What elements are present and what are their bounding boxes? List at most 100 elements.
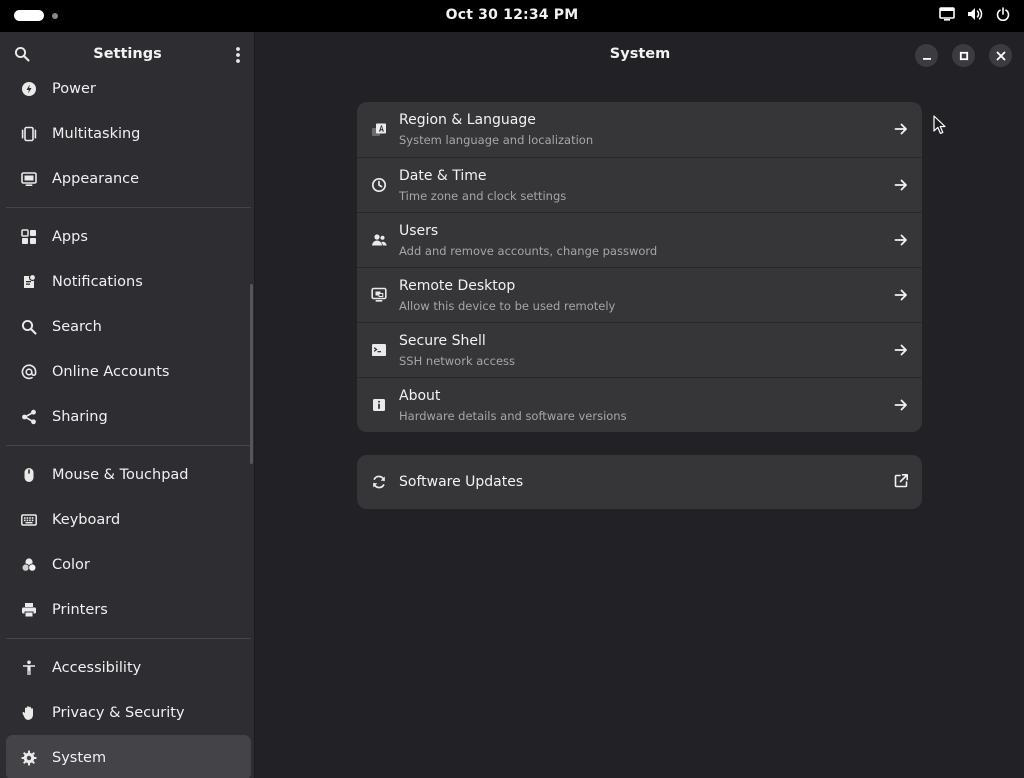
search-icon <box>20 318 38 336</box>
row-remote-desktop[interactable]: Remote Desktop Allow this device to be us… <box>357 267 922 322</box>
sidebar-item-label: System <box>52 749 107 766</box>
close-icon <box>996 51 1005 60</box>
sidebar-separator <box>6 201 251 214</box>
clock-icon <box>370 176 388 194</box>
system-settings-list: Region & Language System language and loc… <box>357 102 922 432</box>
row-software-updates[interactable]: Software Updates <box>357 455 922 509</box>
sidebar-item-appearance[interactable]: Appearance <box>6 156 251 201</box>
mouse-icon <box>20 466 38 484</box>
sidebar-item-accessibility[interactable]: Accessibility <box>6 645 251 690</box>
row-subtitle: System language and localization <box>399 133 594 147</box>
at-sign-icon <box>20 363 38 381</box>
color-icon <box>20 556 38 574</box>
sidebar-item-privacy-security[interactable]: Privacy & Security <box>6 690 251 735</box>
sidebar-item-label: Appearance <box>52 170 140 187</box>
clock[interactable]: Oct 30 12:34 PM <box>0 7 1024 23</box>
sidebar-item-notifications[interactable]: Notifications <box>6 259 251 304</box>
settings-window: Power Multitasking Appearance Apps Notif… <box>0 32 1024 778</box>
row-region-language[interactable]: Region & Language System language and loc… <box>357 102 922 157</box>
sidebar-item-keyboard[interactable]: Keyboard <box>6 497 251 542</box>
appearance-icon <box>20 170 38 188</box>
main-menu-button[interactable] <box>235 46 241 68</box>
sidebar-item-system[interactable]: System <box>6 735 251 778</box>
sidebar-item-label: Apps <box>52 228 88 245</box>
printer-icon <box>20 601 38 619</box>
sidebar-item-online-accounts[interactable]: Online Accounts <box>6 349 251 394</box>
minimize-icon <box>922 57 931 60</box>
sidebar-item-label: Mouse & Touchpad <box>52 466 189 483</box>
sidebar-item-sharing[interactable]: Sharing <box>6 394 251 439</box>
sidebar-list: Power Multitasking Appearance Apps Notif… <box>6 66 251 778</box>
row-title: Users <box>399 223 439 239</box>
display-icon[interactable] <box>939 7 955 21</box>
system-tray[interactable] <box>939 7 1010 21</box>
hand-icon <box>20 704 38 722</box>
row-subtitle: Allow this device to be used remotely <box>399 299 616 313</box>
sidebar-item-label: Search <box>52 318 102 335</box>
sidebar-item-label: Notifications <box>52 273 143 290</box>
keyboard-icon <box>20 511 38 529</box>
sidebar-header: Settings <box>0 32 254 78</box>
sidebar-item-color[interactable]: Color <box>6 542 251 587</box>
volume-icon[interactable] <box>967 7 984 21</box>
row-users[interactable]: Users Add and remove accounts, change pas… <box>357 212 922 267</box>
sidebar-item-label: Keyboard <box>52 511 121 528</box>
sidebar-separator <box>6 439 251 452</box>
sidebar-item-apps[interactable]: Apps <box>6 214 251 259</box>
refresh-icon <box>370 473 388 491</box>
row-title: Region & Language <box>399 112 536 128</box>
row-title: Secure Shell <box>399 333 486 349</box>
region-language-icon <box>370 121 388 139</box>
software-updates-card: Software Updates <box>357 455 922 509</box>
external-link-icon <box>893 473 909 493</box>
share-icon <box>20 408 38 426</box>
arrow-right-icon <box>894 287 908 306</box>
remote-desktop-icon <box>370 286 388 304</box>
power-settings-icon <box>20 80 38 98</box>
mouse-pointer-icon <box>933 115 947 139</box>
sidebar-item-label: Privacy & Security <box>52 704 185 721</box>
close-button[interactable] <box>989 44 1012 67</box>
sidebar-item-printers[interactable]: Printers <box>6 587 251 632</box>
row-subtitle: Add and remove accounts, change password <box>399 244 658 258</box>
minimize-button[interactable] <box>915 44 938 67</box>
row-title: Remote Desktop <box>399 278 516 294</box>
row-title: About <box>399 388 441 404</box>
terminal-icon <box>370 341 388 359</box>
users-icon <box>370 231 388 249</box>
sidebar-item-label: Multitasking <box>52 125 141 142</box>
sidebar-item-label: Online Accounts <box>52 363 170 380</box>
arrow-right-icon <box>894 232 908 251</box>
info-icon <box>370 396 388 414</box>
arrow-right-icon <box>894 397 908 416</box>
window-controls <box>915 44 1012 67</box>
row-title: Software Updates <box>399 474 524 490</box>
row-secure-shell[interactable]: Secure Shell SSH network access <box>357 322 922 377</box>
power-icon[interactable] <box>996 7 1010 21</box>
sidebar-title: Settings <box>93 46 162 62</box>
kebab-menu-icon <box>236 47 240 63</box>
sidebar-item-label: Accessibility <box>52 659 142 676</box>
main-panel: System Region & Language System language … <box>256 32 1024 778</box>
sidebar-item-label: Power <box>52 80 96 97</box>
row-about[interactable]: About Hardware details and software versi… <box>357 377 922 432</box>
sidebar-item-label: Color <box>52 556 90 573</box>
accessibility-icon <box>20 659 38 677</box>
sidebar: Power Multitasking Appearance Apps Notif… <box>0 32 255 778</box>
sidebar-item-search[interactable]: Search <box>6 304 251 349</box>
sidebar-scrollbar[interactable] <box>250 284 253 464</box>
sidebar-item-label: Printers <box>52 601 108 618</box>
multitasking-icon <box>20 125 38 143</box>
top-panel: Oct 30 12:34 PM <box>0 0 1024 32</box>
maximize-button[interactable] <box>952 44 975 67</box>
maximize-icon <box>959 51 968 60</box>
arrow-right-icon <box>894 121 908 140</box>
page-title: System <box>609 46 671 62</box>
row-subtitle: SSH network access <box>399 354 516 368</box>
row-date-time[interactable]: Date & Time Time zone and clock settings <box>357 157 922 212</box>
notifications-icon <box>20 273 38 291</box>
apps-grid-icon <box>20 228 38 246</box>
sidebar-item-multitasking[interactable]: Multitasking <box>6 111 251 156</box>
row-title: Date & Time <box>399 168 487 184</box>
sidebar-item-mouse-touchpad[interactable]: Mouse & Touchpad <box>6 452 251 497</box>
